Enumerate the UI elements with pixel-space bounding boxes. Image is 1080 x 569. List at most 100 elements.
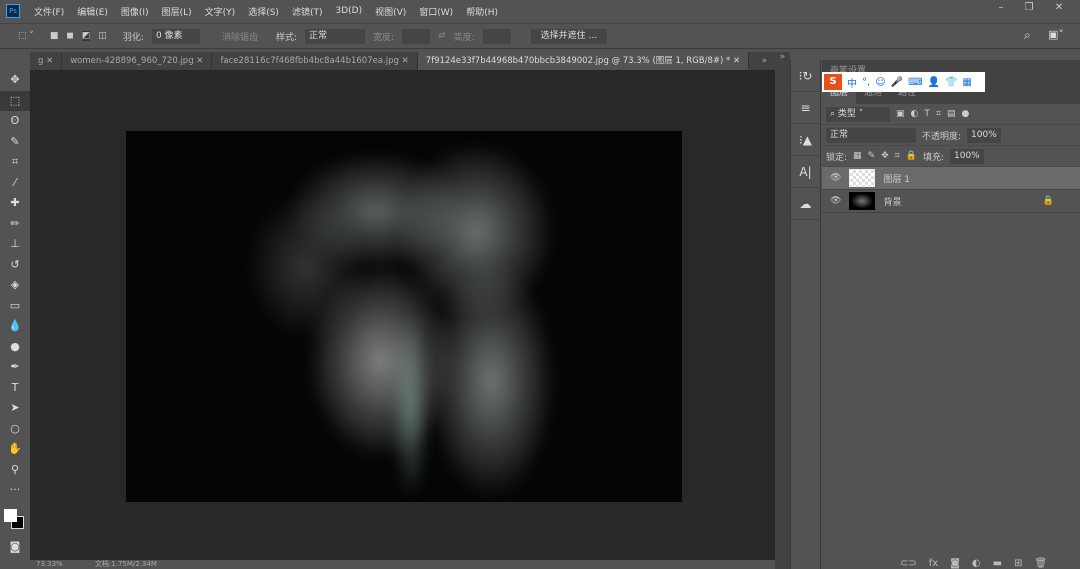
menu-view[interactable]: 视图(V) [375, 5, 406, 18]
filter-pixel-icon[interactable]: ▣ [896, 109, 905, 119]
menu-3d[interactable]: 3D(D) [335, 6, 362, 16]
tab-doc-1[interactable]: g ✕ [30, 52, 63, 70]
crop-tool-icon[interactable]: ⌗ [0, 152, 30, 173]
close-button[interactable]: ✕ [1048, 2, 1070, 16]
layer-name[interactable]: 背景 [883, 195, 901, 208]
visibility-eye-icon[interactable]: 👁 [830, 196, 841, 206]
lock-all-icon[interactable]: 🔒 [906, 151, 917, 161]
emoji-icon[interactable]: ☺ [875, 77, 885, 88]
hand-tool-icon[interactable]: ✋ [0, 439, 30, 460]
panel-collapse-strip[interactable]: » [775, 52, 790, 569]
foreground-color[interactable] [4, 508, 17, 522]
restore-button[interactable]: ❐ [1018, 2, 1040, 16]
new-layer-icon[interactable]: ⊞ [1014, 558, 1022, 569]
lock-transparent-icon[interactable]: ▦ [853, 151, 862, 161]
move-tool-icon[interactable]: ✥ [0, 70, 30, 91]
fx-icon[interactable]: fx [929, 558, 938, 569]
blur-tool-icon[interactable]: 💧 [0, 316, 30, 337]
path-select-tool-icon[interactable]: ➤ [0, 398, 30, 419]
filter-type-icon[interactable]: T [924, 109, 930, 119]
skin-icon[interactable]: 👕 [945, 77, 957, 88]
filter-toggle[interactable]: ● [961, 109, 969, 119]
select-and-mask-button[interactable]: 选择并遮住 ... [530, 28, 608, 44]
type-tool-icon[interactable]: T [0, 378, 30, 399]
fill-input[interactable]: 100% [950, 148, 984, 164]
more-tools-icon[interactable]: ··· [0, 480, 30, 501]
tab-doc-active[interactable]: 7f9124e33f7b44968b470bbcb3849002.jpg @ 7… [417, 52, 750, 70]
punctuation-icon[interactable]: °, [862, 77, 870, 88]
tab-doc-2[interactable]: women-428896_960_720.jpg ✕ [62, 52, 213, 70]
eyedropper-tool-icon[interactable]: ⁄ [0, 173, 30, 194]
new-selection-icon[interactable]: ■ [50, 31, 59, 41]
width-input[interactable] [402, 28, 431, 44]
document-size[interactable]: 文档:1.75M/2.34M [95, 560, 157, 568]
intersect-selection-icon[interactable]: ◫ [98, 31, 107, 41]
filter-adjust-icon[interactable]: ◐ [911, 109, 919, 119]
voice-icon[interactable]: 🎤 [891, 77, 903, 88]
search-icon[interactable]: ⌕ [1024, 28, 1031, 43]
lock-artboard-icon[interactable]: ⌗ [895, 151, 900, 161]
ellipse-tool-icon[interactable]: ○ [0, 419, 30, 440]
antialias-checkbox[interactable]: 消除锯齿 [222, 30, 258, 43]
opacity-input[interactable]: 100% [967, 127, 1001, 143]
filter-smart-icon[interactable]: ▤ [947, 109, 956, 119]
quick-mask-icon[interactable]: ◙ [0, 537, 30, 558]
healing-tool-icon[interactable]: ✚ [0, 193, 30, 214]
gradient-tool-icon[interactable]: ▭ [0, 296, 30, 317]
quick-select-tool-icon[interactable]: ✎ [0, 132, 30, 153]
menu-window[interactable]: 窗口(W) [419, 5, 453, 18]
zoom-level[interactable]: 73.33% [36, 560, 63, 568]
filter-shape-icon[interactable]: ⌗ [936, 109, 941, 119]
visibility-eye-icon[interactable]: 👁 [830, 173, 841, 183]
menu-filter[interactable]: 滤镜(T) [292, 5, 323, 18]
trash-icon[interactable]: 🗑 [1035, 558, 1048, 569]
layer-row-background[interactable]: 👁 背景 🔒 [822, 190, 1080, 213]
minimize-button[interactable]: – [990, 2, 1012, 16]
menu-image[interactable]: 图像(I) [121, 5, 149, 18]
adjustment-layer-icon[interactable]: ◐ [972, 558, 981, 569]
lasso-tool-icon[interactable]: ʘ [0, 111, 30, 132]
properties-panel-icon[interactable]: ≡ [791, 92, 820, 124]
more-tabs-icon[interactable]: » [754, 52, 775, 70]
blend-mode-select[interactable]: 正常 [826, 127, 916, 143]
style-select[interactable]: 正常 [305, 28, 366, 44]
swap-icon[interactable]: ⇄ [438, 31, 446, 41]
zoom-tool-icon[interactable]: ⚲ [0, 460, 30, 481]
marquee-preset-icon[interactable]: ⬚ ˅ [18, 31, 34, 41]
add-selection-icon[interactable]: ◼ [66, 31, 73, 41]
character-style-icon[interactable]: ⁝▲ [791, 124, 820, 156]
brush-tool-icon[interactable]: ✏ [0, 214, 30, 235]
stamp-tool-icon[interactable]: ⊥ [0, 234, 30, 255]
history-panel-icon[interactable]: ⁝↻ [791, 60, 820, 92]
pen-tool-icon[interactable]: ✒ [0, 357, 30, 378]
character-panel-icon[interactable]: A| [791, 156, 820, 188]
height-input[interactable] [482, 28, 511, 44]
menu-edit[interactable]: 编辑(E) [77, 5, 108, 18]
layer-name[interactable]: 图层 1 [883, 172, 910, 185]
workspace-icon[interactable]: ▣˅ [1048, 28, 1064, 41]
group-folder-icon[interactable]: ▬ [993, 558, 1002, 569]
eraser-tool-icon[interactable]: ◈ [0, 275, 30, 296]
subtract-selection-icon[interactable]: ◩ [81, 31, 91, 41]
tab-doc-3[interactable]: face28116c7f468fbb4bc8a44b1607ea.jpg ✕ [212, 52, 418, 70]
document-canvas[interactable] [126, 131, 682, 502]
mask-icon[interactable]: ◙ [950, 558, 960, 569]
menu-select[interactable]: 选择(S) [248, 5, 279, 18]
ime-mode-button[interactable]: 中 [847, 75, 857, 90]
marquee-tool-icon[interactable]: ⬚ [0, 90, 30, 111]
feather-input[interactable]: 0 像素 [151, 28, 200, 44]
menu-type[interactable]: 文字(Y) [205, 5, 236, 18]
lock-paint-icon[interactable]: ✎ [868, 151, 876, 161]
link-layers-icon[interactable]: ⊂⊃ [900, 558, 917, 569]
layer-row-1[interactable]: 👁 图层 1 [822, 167, 1080, 190]
keyboard-icon[interactable]: ⌨ [908, 77, 922, 88]
menu-layer[interactable]: 图层(L) [162, 5, 192, 18]
layer-filter-select[interactable]: ⌕ 类型 ˅ [826, 106, 890, 122]
libraries-panel-icon[interactable]: ☁ [791, 188, 820, 220]
history-brush-icon[interactable]: ↺ [0, 255, 30, 276]
lock-position-icon[interactable]: ✥ [881, 151, 889, 161]
user-icon[interactable]: 👤 [928, 77, 940, 88]
toolbox-icon[interactable]: ▦ [962, 77, 971, 88]
menu-file[interactable]: 文件(F) [34, 5, 64, 18]
color-swatches[interactable] [0, 501, 30, 537]
